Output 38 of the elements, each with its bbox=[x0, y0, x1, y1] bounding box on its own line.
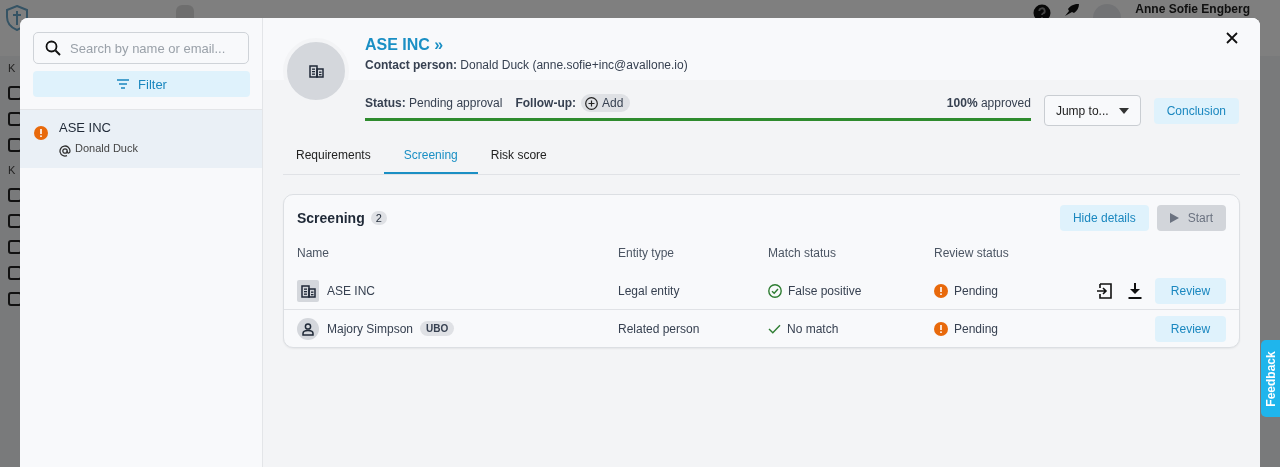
company-title-link[interactable]: ASE INC » bbox=[365, 35, 444, 55]
column-header: Name bbox=[296, 245, 330, 262]
sidebar-section-label: K bbox=[8, 62, 17, 74]
hide-details-button[interactable]: Hide details bbox=[1059, 205, 1149, 231]
review-status: Pending bbox=[954, 321, 999, 336]
conclusion-button[interactable]: Conclusion bbox=[1153, 97, 1239, 124]
tab[interactable]: Risk score bbox=[477, 137, 560, 174]
feedback-tab[interactable]: Feedback bbox=[1261, 340, 1280, 417]
entity-type: Related person bbox=[618, 321, 700, 336]
user-name[interactable]: Anne Sofie Engberg bbox=[1135, 2, 1250, 16]
column-header: Entity type bbox=[618, 245, 676, 262]
filter-button[interactable]: Filter bbox=[33, 71, 250, 97]
review-button[interactable]: Review bbox=[1155, 315, 1226, 342]
entity-type: Legal entity bbox=[618, 283, 680, 298]
jump-to-dropdown[interactable]: Jump to... bbox=[1043, 95, 1141, 126]
tab[interactable]: Requirements bbox=[283, 137, 384, 174]
entity-name: ASE INC bbox=[327, 283, 375, 298]
card-title: Screening bbox=[297, 210, 365, 226]
contact-name: Donald Duck bbox=[75, 142, 138, 154]
review-status: Pending bbox=[954, 283, 999, 298]
column-header: Review status bbox=[934, 245, 1010, 262]
match-status: No match bbox=[787, 321, 839, 336]
review-button[interactable]: Review bbox=[1155, 277, 1226, 304]
status-text: Status: Pending approval bbox=[365, 96, 503, 110]
company-name: ASE INC bbox=[59, 120, 112, 135]
sidebar-section-label: K bbox=[8, 164, 17, 176]
tab[interactable]: Screening bbox=[383, 137, 478, 174]
entity-name: Majory Simpson bbox=[327, 321, 414, 336]
match-status: False positive bbox=[788, 283, 862, 298]
search-field[interactable]: Search by name or email... bbox=[33, 32, 249, 64]
role-badge: UBO bbox=[420, 321, 455, 336]
request-list-item[interactable]: ASE INC Donald Duck bbox=[20, 110, 262, 168]
count-badge: 2 bbox=[370, 211, 387, 225]
approval-percentage: 100% approved bbox=[946, 96, 1031, 110]
column-header: Match status bbox=[768, 245, 838, 262]
contact-person-text: Contact person: Donald Duck (anne.sofie+inc@avallone.io) bbox=[365, 58, 689, 72]
follow-up-label: Follow-up: bbox=[515, 96, 577, 110]
add-follow-up-button[interactable]: Add bbox=[581, 94, 631, 112]
